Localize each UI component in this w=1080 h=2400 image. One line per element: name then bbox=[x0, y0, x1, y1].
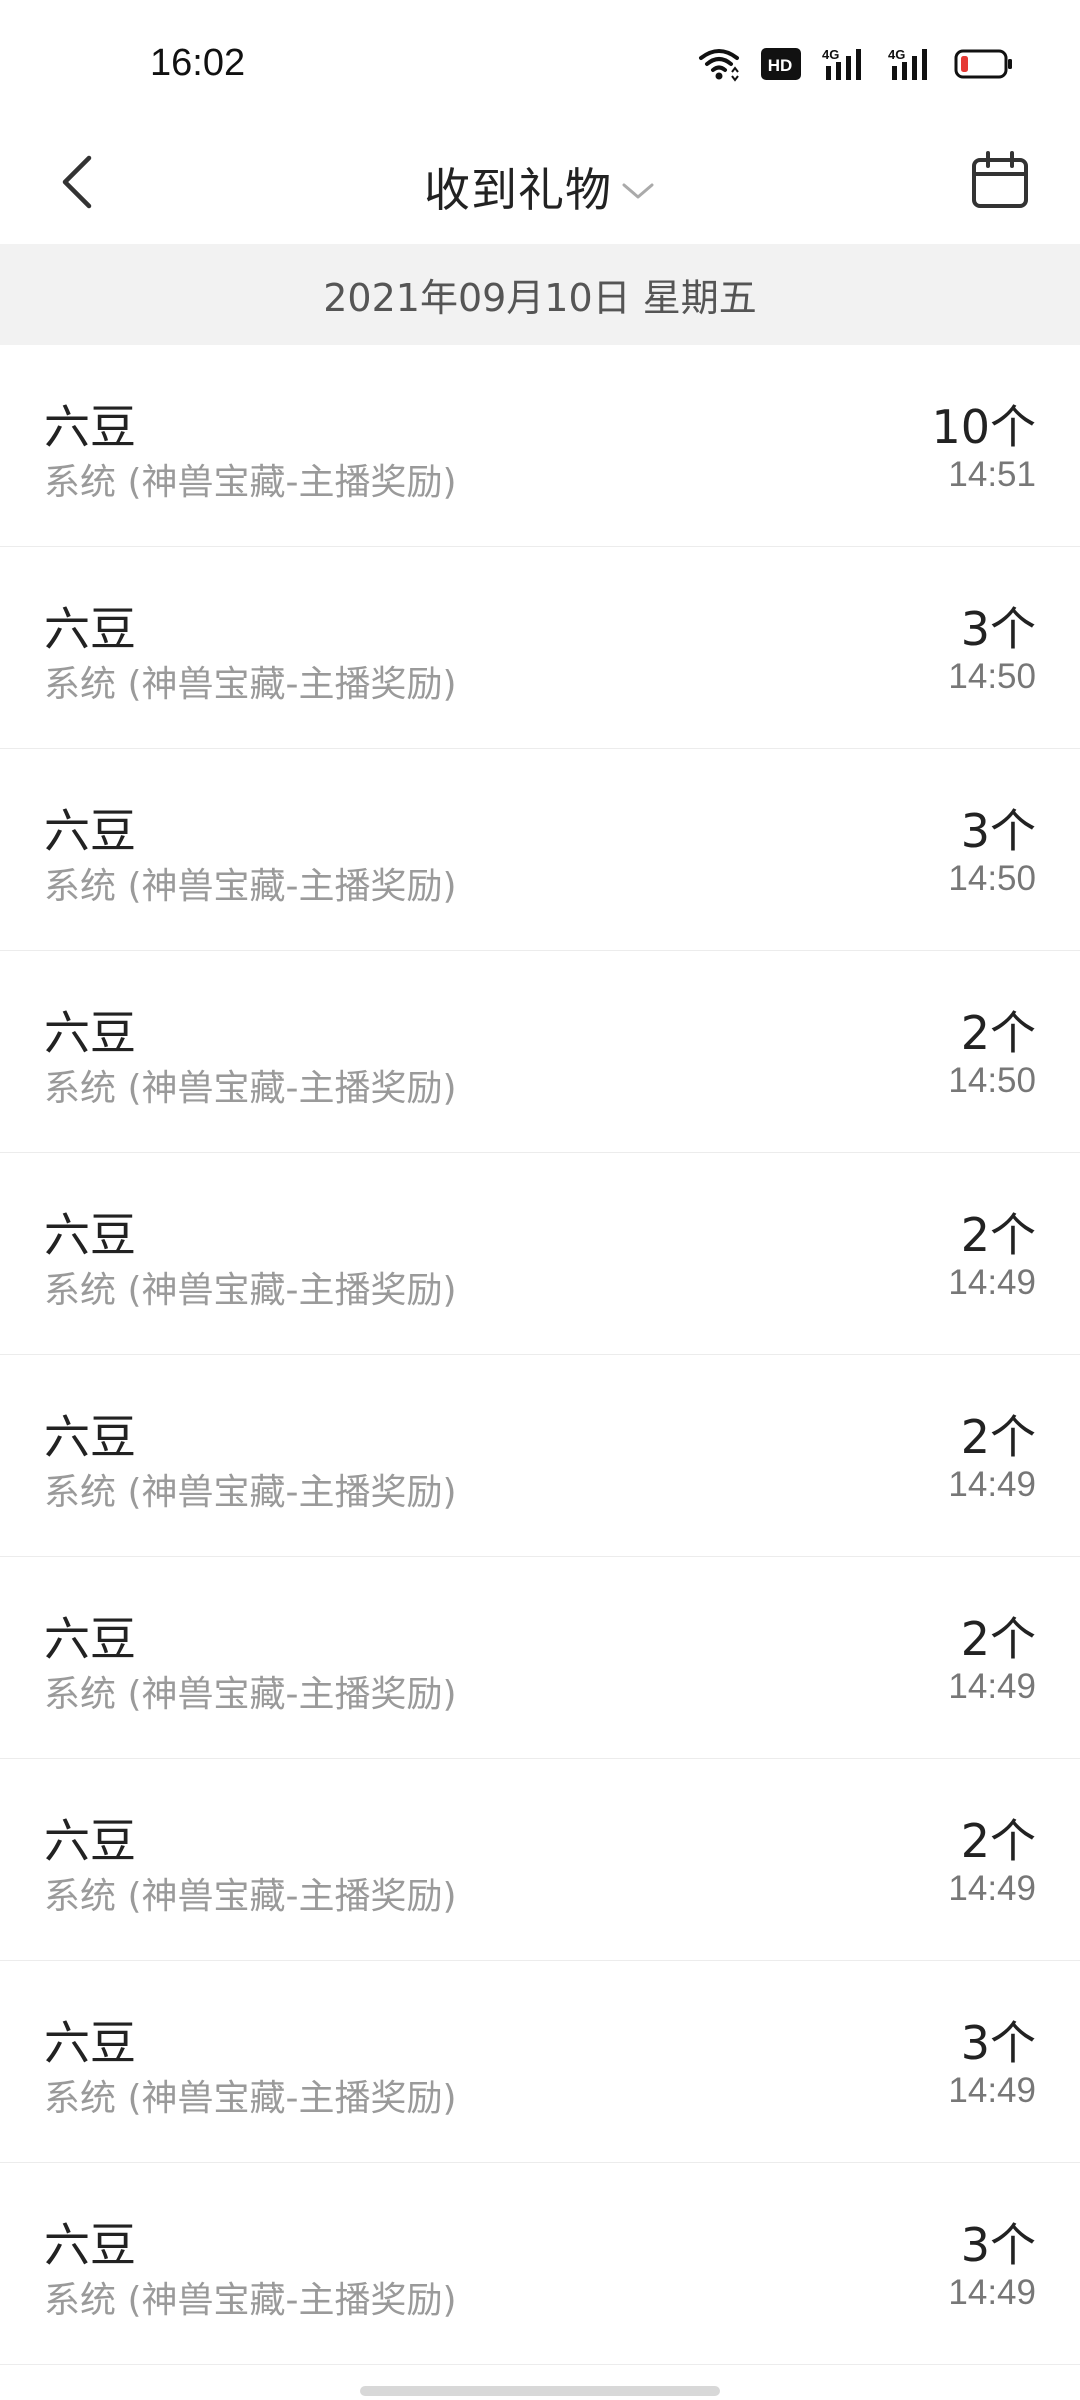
gift-count: 3个 bbox=[960, 602, 1036, 656]
gift-count: 2个 bbox=[960, 1006, 1036, 1060]
hd-icon: HD bbox=[760, 47, 802, 81]
chevron-down-icon bbox=[620, 180, 656, 202]
calendar-button[interactable] bbox=[960, 140, 1040, 224]
date-section-header: 2021年09月10日 星期五 bbox=[0, 244, 1080, 345]
gift-count: 10个 bbox=[931, 400, 1036, 454]
gift-source: 系统 (神兽宝藏-主播奖励) bbox=[44, 2078, 457, 2119]
navigation-bar: 收到礼物 bbox=[0, 130, 1080, 244]
signal-4g-icon: 4G bbox=[888, 46, 934, 82]
calendar-icon bbox=[970, 150, 1030, 214]
list-item[interactable]: 六豆系统 (神兽宝藏-主播奖励) 2个 14:50 bbox=[0, 951, 1080, 1153]
gift-time: 14:50 bbox=[948, 1061, 1036, 1100]
gift-name: 六豆 bbox=[44, 400, 136, 454]
gift-count: 3个 bbox=[960, 2218, 1036, 2272]
gift-source: 系统 (神兽宝藏-主播奖励) bbox=[44, 2280, 457, 2321]
gift-time: 14:49 bbox=[948, 2071, 1036, 2110]
network-label-1: 4G bbox=[822, 47, 839, 62]
list-item[interactable]: 六豆系统 (神兽宝藏-主播奖励) 2个 14:49 bbox=[0, 1557, 1080, 1759]
gift-count: 3个 bbox=[960, 804, 1036, 858]
gift-source: 系统 (神兽宝藏-主播奖励) bbox=[44, 1876, 457, 1917]
signal-4g-icon: 4G bbox=[822, 46, 868, 82]
gift-name: 六豆 bbox=[44, 1208, 136, 1262]
gift-time: 14:49 bbox=[948, 2273, 1036, 2312]
status-bar: 16:02 HD 4G 4G bbox=[0, 0, 1080, 130]
gift-time: 14:49 bbox=[948, 1667, 1036, 1706]
list-item[interactable]: 六豆系统 (神兽宝藏-主播奖励) 2个 14:49 bbox=[0, 1153, 1080, 1355]
gift-name: 六豆 bbox=[44, 1612, 136, 1666]
gift-count: 2个 bbox=[960, 1410, 1036, 1464]
gift-name: 六豆 bbox=[44, 602, 136, 656]
date-label: 2021年09月10日 星期五 bbox=[323, 276, 757, 320]
network-label-2: 4G bbox=[888, 47, 905, 62]
status-icons: HD 4G 4G bbox=[698, 44, 1014, 84]
list-item[interactable]: 六豆系统 (神兽宝藏-主播奖励) 3个 14:50 bbox=[0, 547, 1080, 749]
gift-source: 系统 (神兽宝藏-主播奖励) bbox=[44, 1472, 457, 1513]
gift-count: 2个 bbox=[960, 1208, 1036, 1262]
gift-list: 六豆 系统 (神兽宝藏-主播奖励) 10个 14:51 六豆 系统 (神兽宝藏-主播奖励)… bbox=[0, 345, 1080, 2365]
page-title: 收到礼物 bbox=[424, 163, 612, 217]
gift-name: 六豆 bbox=[44, 1814, 136, 1868]
gift-source: 系统 (神兽宝藏-主播奖励) bbox=[44, 866, 457, 907]
list-item[interactable]: 六豆系统 (神兽宝藏-主播奖励) 2个 14:49 bbox=[0, 1355, 1080, 1557]
hd-label: HD bbox=[768, 56, 793, 75]
gift-name: 六豆 bbox=[44, 804, 136, 858]
home-indicator[interactable] bbox=[360, 2386, 720, 2396]
gift-count: 3个 bbox=[960, 2016, 1036, 2070]
list-item[interactable]: 六豆系统 (神兽宝藏-主播奖励) 3个 14:49 bbox=[0, 1961, 1080, 2163]
gift-source: 系统 (神兽宝藏-主播奖励) bbox=[44, 462, 457, 503]
gift-time: 14:51 bbox=[948, 455, 1036, 494]
list-item[interactable]: 六豆系统 (神兽宝藏-主播奖励) 10个 14:51 bbox=[0, 345, 1080, 547]
gift-time: 14:49 bbox=[948, 1869, 1036, 1908]
gift-source: 系统 (神兽宝藏-主播奖励) bbox=[44, 664, 457, 705]
gift-count: 2个 bbox=[960, 1814, 1036, 1868]
gift-name: 六豆 bbox=[44, 1006, 136, 1060]
gift-time: 14:49 bbox=[948, 1465, 1036, 1504]
title-dropdown[interactable]: 收到礼物 bbox=[0, 152, 1080, 222]
list-item[interactable]: 六豆系统 (神兽宝藏-主播奖励) 3个 14:49 bbox=[0, 2163, 1080, 2365]
wifi-icon bbox=[698, 46, 740, 82]
list-item[interactable]: 六豆系统 (神兽宝藏-主播奖励) 3个 14:50 bbox=[0, 749, 1080, 951]
gift-name: 六豆 bbox=[44, 1410, 136, 1464]
gift-count: 2个 bbox=[960, 1612, 1036, 1666]
gift-time: 14:50 bbox=[948, 657, 1036, 696]
gift-time: 14:50 bbox=[948, 859, 1036, 898]
gift-source: 系统 (神兽宝藏-主播奖励) bbox=[44, 1674, 457, 1715]
gift-name: 六豆 bbox=[44, 2218, 136, 2272]
gift-time: 14:49 bbox=[948, 1263, 1036, 1302]
gift-source: 系统 (神兽宝藏-主播奖励) bbox=[44, 1270, 457, 1311]
battery-low-icon bbox=[954, 48, 1014, 80]
list-item[interactable]: 六豆系统 (神兽宝藏-主播奖励) 2个 14:49 bbox=[0, 1759, 1080, 1961]
gift-name: 六豆 bbox=[44, 2016, 136, 2070]
status-time: 16:02 bbox=[150, 42, 246, 84]
gift-source: 系统 (神兽宝藏-主播奖励) bbox=[44, 1068, 457, 1109]
